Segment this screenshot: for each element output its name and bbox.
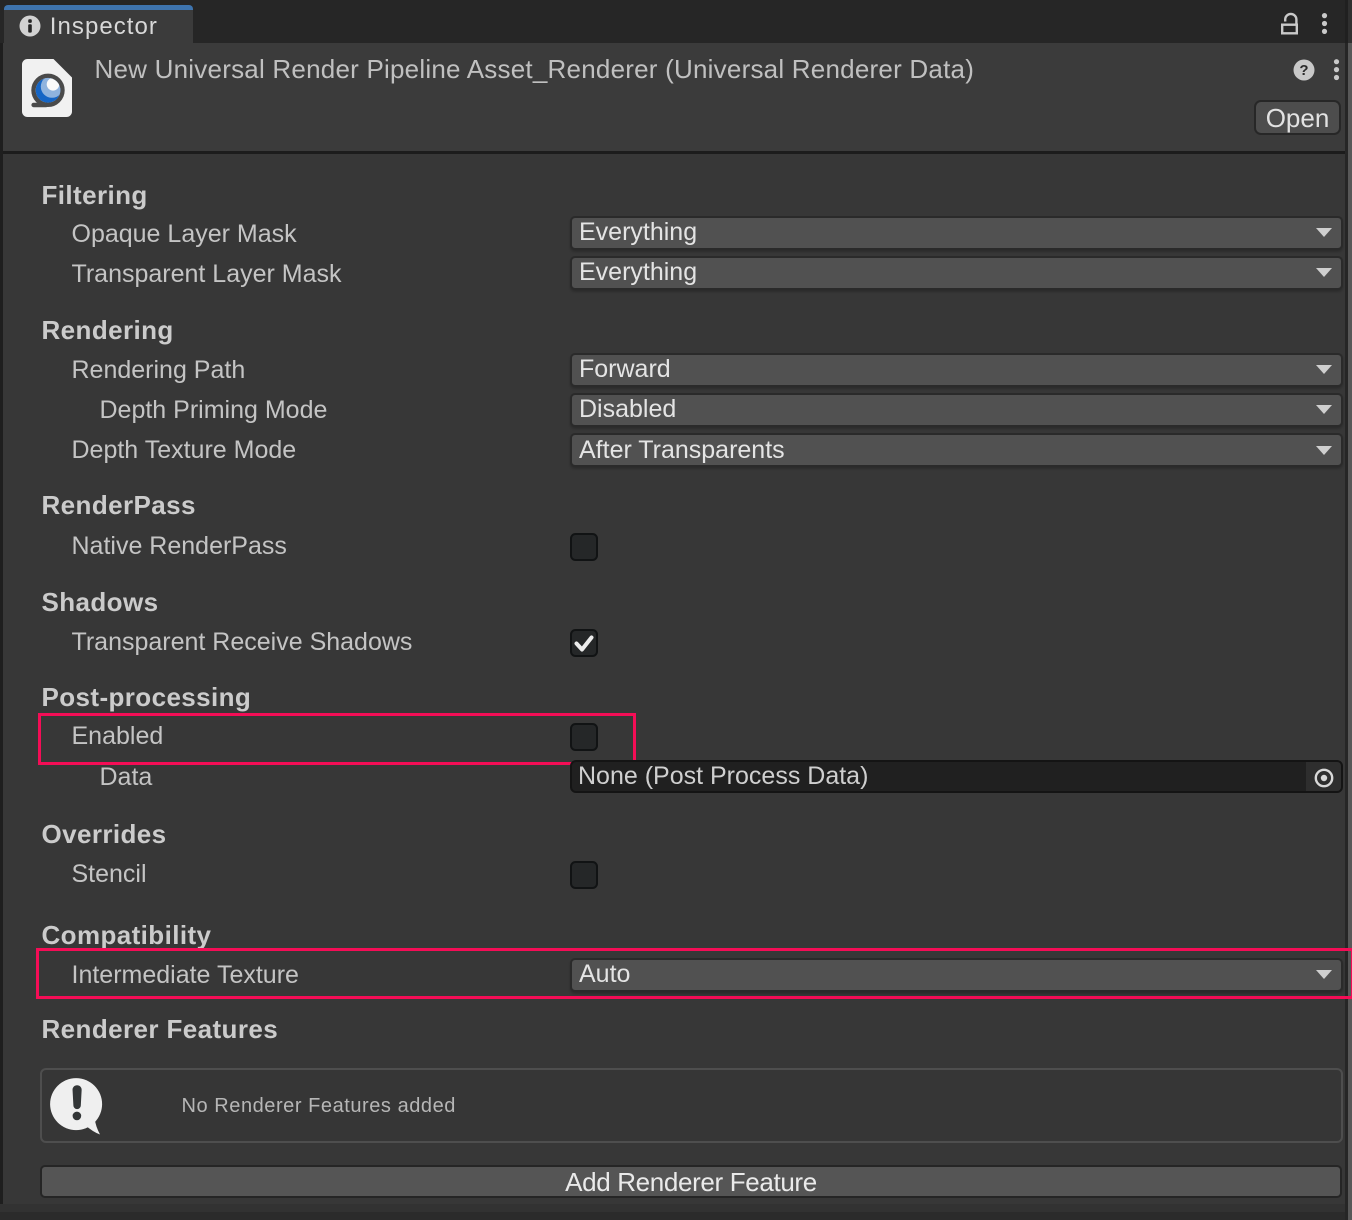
svg-text:?: ?: [1299, 61, 1308, 78]
